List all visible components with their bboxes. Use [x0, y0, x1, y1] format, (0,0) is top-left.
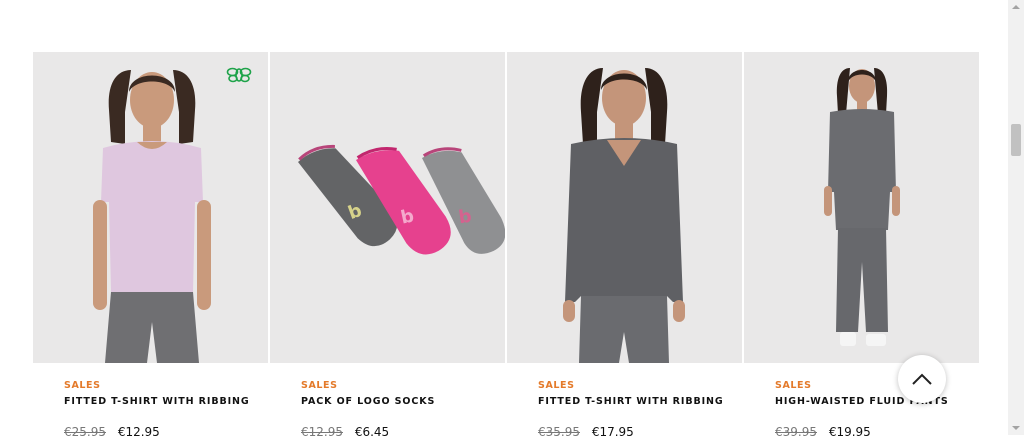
product-title[interactable]: FITTED T-SHIRT WITH RIBBING	[538, 396, 742, 407]
product-title[interactable]: PACK OF LOGO SOCKS	[301, 396, 505, 407]
product-image[interactable]	[33, 52, 268, 363]
old-price: €25.95	[64, 425, 106, 439]
scroll-up-arrow-icon[interactable]	[1008, 0, 1024, 14]
price-row: €35.95 €17.95	[538, 425, 742, 439]
sales-tag: SALES	[301, 380, 338, 391]
model-grey-longsleeve-illustration	[563, 68, 685, 363]
product-card[interactable]: SALES FITTED T-SHIRT WITH RIBBING €35.95…	[507, 52, 742, 439]
old-price: €35.95	[538, 425, 580, 439]
price-row: €39.95 €19.95	[775, 425, 979, 439]
sale-price: €6.45	[354, 425, 390, 439]
model-pink-tshirt-illustration	[93, 70, 211, 363]
price-row: €12.95 €6.45	[301, 425, 505, 439]
product-card[interactable]: SALES FITTED T-SHIRT WITH RIBBING €25.95…	[33, 52, 268, 439]
sale-price: €19.95	[828, 425, 871, 439]
old-price: €39.95	[775, 425, 817, 439]
product-image[interactable]	[744, 52, 979, 363]
sale-price: €12.95	[117, 425, 160, 439]
scrollbar-thumb[interactable]	[1011, 124, 1021, 156]
product-card[interactable]: b b b SALES PACK OF LOGO SOCKS €12.95 €6…	[270, 52, 505, 439]
product-image[interactable]	[507, 52, 742, 363]
sale-price: €17.95	[591, 425, 634, 439]
scroll-to-top-button[interactable]	[898, 355, 946, 403]
product-grid: SALES FITTED T-SHIRT WITH RIBBING €25.95…	[33, 52, 979, 439]
socks-illustration: b b b	[298, 144, 505, 255]
sales-tag: SALES	[538, 380, 575, 391]
chevron-up-icon	[912, 373, 932, 385]
price-row: €25.95 €12.95	[64, 425, 268, 439]
product-title[interactable]: FITTED T-SHIRT WITH RIBBING	[64, 396, 268, 407]
sales-tag: SALES	[775, 380, 812, 391]
old-price: €12.95	[301, 425, 343, 439]
sales-tag: SALES	[64, 380, 101, 391]
product-image[interactable]: b b b	[270, 52, 505, 363]
page-scrollbar[interactable]	[1008, 0, 1024, 435]
product-title[interactable]: HIGH-WAISTED FLUID PANTS	[775, 396, 979, 407]
bee-icon	[226, 67, 252, 83]
scroll-down-arrow-icon[interactable]	[1008, 421, 1024, 435]
model-grey-tunic-pants-illustration	[824, 68, 900, 346]
